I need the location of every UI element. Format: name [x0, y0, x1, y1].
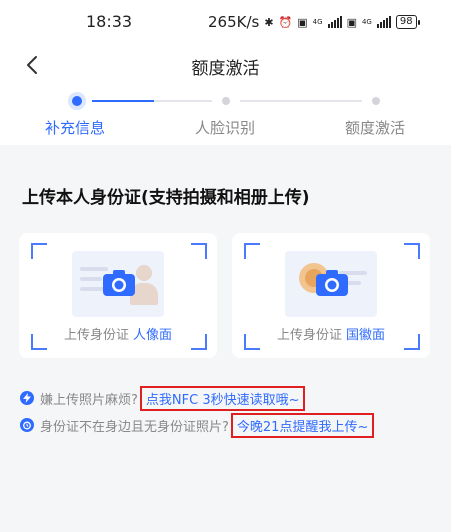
- frame-corner: [191, 243, 207, 259]
- tip-nfc-text: 嫌上传照片麻烦?: [40, 392, 138, 408]
- tip-reminder-text: 身份证不在身边且无身份证照片?: [40, 419, 229, 435]
- camera-icon: [316, 270, 348, 296]
- network-type-2: 4G: [361, 17, 372, 26]
- step-3-label: 额度激活: [345, 119, 406, 137]
- signal-2-icon: [376, 16, 391, 28]
- battery-icon: 98: [395, 15, 420, 29]
- id-front-caption: 上传身份证 人像面: [63, 328, 173, 343]
- id-front-illustration: [72, 251, 164, 317]
- frame-corner: [404, 243, 420, 259]
- frame-corner: [244, 243, 260, 259]
- step-line-2: [240, 100, 362, 102]
- camera-icon: [103, 270, 135, 296]
- hd-icon: ▣: [297, 15, 308, 29]
- alarm-icon: [20, 418, 34, 432]
- frame-corner: [31, 243, 47, 259]
- id-front-upload-card[interactable]: 上传身份证 人像面: [19, 233, 217, 358]
- tip-reminder: 身份证不在身边且无身份证照片? 今晚21点提醒我上传~: [20, 412, 375, 438]
- battery-level: 98: [395, 15, 417, 29]
- nfc-read-link[interactable]: 点我NFC 3秒快速读取哦~: [139, 385, 306, 411]
- status-bar: 18:33 265K/s ✱ ⏰ ▣ 4G ▣ 4G 98: [0, 0, 451, 44]
- network-type-1: 4G: [312, 17, 323, 26]
- alarm-status-icon: ⏰: [278, 15, 293, 29]
- step-line-active: [92, 100, 154, 102]
- signal-1-icon: [327, 16, 342, 28]
- step-2-label: 人脸识别: [195, 119, 256, 137]
- bluetooth-icon: ✱: [264, 15, 274, 29]
- hd-icon-2: ▣: [346, 15, 357, 29]
- step-1-dot: [72, 96, 82, 106]
- lightning-icon: [20, 391, 34, 405]
- id-back-caption: 上传身份证 国徽面: [276, 328, 386, 343]
- id-back-illustration: [285, 251, 377, 317]
- page-title: 额度激活: [191, 59, 260, 79]
- progress-steps: 补充信息 人脸识别 额度激活: [0, 92, 451, 142]
- upload-title: 上传本人身份证(支持拍摄和相册上传): [22, 188, 310, 208]
- step-line-1: [154, 100, 212, 102]
- status-time: 18:33: [86, 12, 133, 31]
- status-icons: 265K/s ✱ ⏰ ▣ 4G ▣ 4G 98: [208, 12, 420, 32]
- id-back-upload-card[interactable]: 上传身份证 国徽面: [232, 233, 430, 358]
- header-area: 18:33 265K/s ✱ ⏰ ▣ 4G ▣ 4G 98 额度激活 补充信息: [0, 0, 451, 145]
- remind-upload-link[interactable]: 今晚21点提醒我上传~: [230, 412, 375, 438]
- step-2-dot: [222, 97, 230, 105]
- step-3-dot: [372, 97, 380, 105]
- network-speed: 265K/s: [208, 13, 260, 31]
- step-1-label: 补充信息: [45, 119, 106, 137]
- tip-nfc: 嫌上传照片麻烦? 点我NFC 3秒快速读取哦~: [20, 385, 306, 411]
- nav-bar: 额度激活: [0, 44, 451, 90]
